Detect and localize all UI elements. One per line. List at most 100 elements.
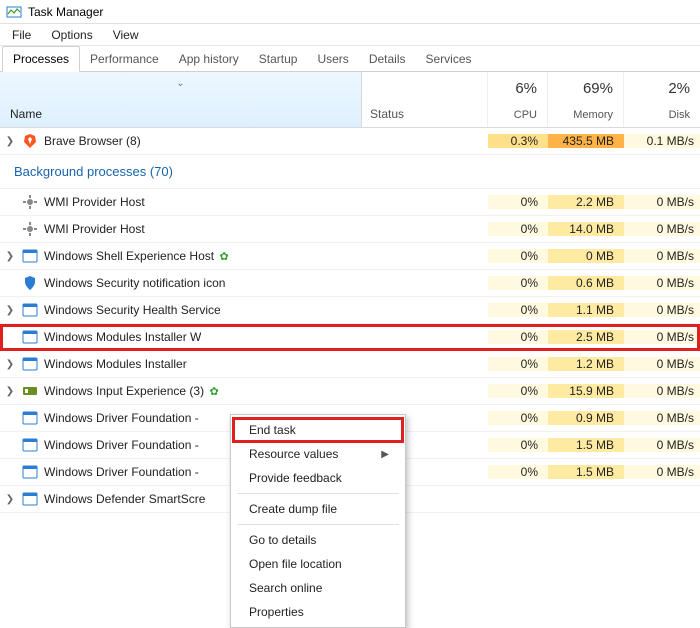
column-memory[interactable]: 69% Memory [548,72,624,127]
process-name: Windows Modules Installer W [44,330,201,344]
ctx-label: Create dump file [249,502,337,516]
cell-cpu: 0% [488,384,548,398]
tab-strip: Processes Performance App history Startu… [0,46,700,72]
tab-processes[interactable]: Processes [2,46,80,72]
table-row[interactable]: ❯Windows Modules Installer0%1.2 MB0 MB/s [0,351,700,378]
cell-memory: 0 MB [548,249,624,263]
disk-label: Disk [669,109,690,121]
tab-users[interactable]: Users [307,47,358,71]
process-name: Windows Modules Installer [44,357,187,371]
cpu-label: CPU [514,109,537,121]
memory-label: Memory [573,109,613,121]
process-icon [22,383,38,399]
process-icon [22,464,38,480]
cell-disk: 0 MB/s [624,384,700,398]
tab-services[interactable]: Services [416,47,482,71]
ctx-label: Properties [249,605,304,619]
memory-percent: 69% [583,80,613,97]
column-disk[interactable]: 2% Disk [624,72,700,127]
table-row[interactable]: ❯Windows Security Health Service0%1.1 MB… [0,297,700,324]
ctx-separator [237,493,399,494]
expand-chevron-icon[interactable]: ❯ [2,305,18,316]
table-row[interactable]: ❯WMI Provider Host0%2.2 MB0 MB/s [0,189,700,216]
menu-options[interactable]: Options [43,26,100,44]
ctx-label: Search online [249,581,322,595]
cell-memory: 1.2 MB [548,357,624,371]
ctx-search-online[interactable]: Search online [233,576,403,600]
table-row[interactable]: ❯ Brave Browser (8) 0.3%435.5 MB0.1 MB/s [0,128,700,155]
cell-cpu: 0% [488,438,548,452]
ctx-provide-feedback[interactable]: Provide feedback [233,466,403,490]
column-name[interactable]: ⌄ Name [0,72,362,127]
cell-memory: 14.0 MB [548,222,624,236]
expand-chevron-icon[interactable]: ❯ [2,386,18,397]
ctx-label: Resource values [249,447,338,461]
process-icon [22,491,38,507]
process-icon [22,248,38,264]
group-label: Background processes (70) [14,164,173,179]
process-name: WMI Provider Host [44,222,145,236]
table-row[interactable]: ❯WMI Provider Host0%14.0 MB0 MB/s [0,216,700,243]
context-menu: End task Resource values ▶ Provide feedb… [230,414,406,628]
menu-file[interactable]: File [4,26,39,44]
cell-memory: 0.9 MB [548,411,624,425]
submenu-arrow-icon: ▶ [381,449,389,460]
process-name: Windows Input Experience (3) [44,384,204,398]
process-name: Windows Defender SmartScre [44,492,205,506]
ctx-resource-values[interactable]: Resource values ▶ [233,442,403,466]
cell-disk: 0 MB/s [624,465,700,479]
tab-app-history[interactable]: App history [169,47,249,71]
ctx-end-task[interactable]: End task [233,418,403,442]
cell-disk: 0 MB/s [624,276,700,290]
process-name: Brave Browser (8) [44,134,141,148]
cell-memory: 1.1 MB [548,303,624,317]
cell-memory: 15.9 MB [548,384,624,398]
cell-cpu: 0.3% [488,134,548,148]
cell-memory: 2.2 MB [548,195,624,209]
cell-memory: 0.6 MB [548,276,624,290]
table-row[interactable]: ❯Windows Modules Installer W0%2.5 MB0 MB… [0,324,700,351]
tab-performance[interactable]: Performance [80,47,169,71]
tab-startup[interactable]: Startup [249,47,308,71]
table-row[interactable]: ❯Windows Input Experience (3)✿0%15.9 MB0… [0,378,700,405]
process-icon [22,133,38,149]
ctx-go-to-details[interactable]: Go to details [233,528,403,552]
cell-disk: 0 MB/s [624,195,700,209]
ctx-create-dump[interactable]: Create dump file [233,497,403,521]
process-icon [22,437,38,453]
menu-bar: File Options View [0,24,700,46]
tab-details[interactable]: Details [359,47,416,71]
column-cpu[interactable]: 6% CPU [488,72,548,127]
table-header: ⌄ Name Status 6% CPU 69% Memory 2% Disk [0,72,700,128]
expand-chevron-icon[interactable]: ❯ [2,494,18,505]
ctx-separator [237,524,399,525]
ctx-open-file-location[interactable]: Open file location [233,552,403,576]
cell-disk: 0 MB/s [624,411,700,425]
cell-cpu: 0% [488,303,548,317]
cell-disk: 0 MB/s [624,330,700,344]
task-manager-icon [6,4,22,20]
leaf-icon: ✿ [218,250,230,263]
expand-chevron-icon[interactable]: ❯ [2,359,18,370]
menu-view[interactable]: View [105,26,147,44]
cell-memory: 435.5 MB [548,134,624,148]
cpu-percent: 6% [515,80,537,97]
process-icon [22,221,38,237]
process-icon [22,194,38,210]
process-icon [22,329,38,345]
process-name: WMI Provider Host [44,195,145,209]
process-icon [22,410,38,426]
cell-cpu: 0% [488,222,548,236]
cell-memory: 1.5 MB [548,438,624,452]
table-row[interactable]: ❯Windows Shell Experience Host✿0%0 MB0 M… [0,243,700,270]
column-status-label: Status [370,107,404,121]
column-status[interactable]: Status [362,72,488,127]
table-row[interactable]: ❯Windows Security notification icon0%0.6… [0,270,700,297]
expand-chevron-icon[interactable]: ❯ [2,251,18,262]
cell-cpu: 0% [488,276,548,290]
window-title: Task Manager [28,5,103,19]
process-icon [22,356,38,372]
ctx-properties[interactable]: Properties [233,600,403,624]
expand-chevron-icon[interactable]: ❯ [2,136,18,147]
cell-disk: 0.1 MB/s [624,134,700,148]
